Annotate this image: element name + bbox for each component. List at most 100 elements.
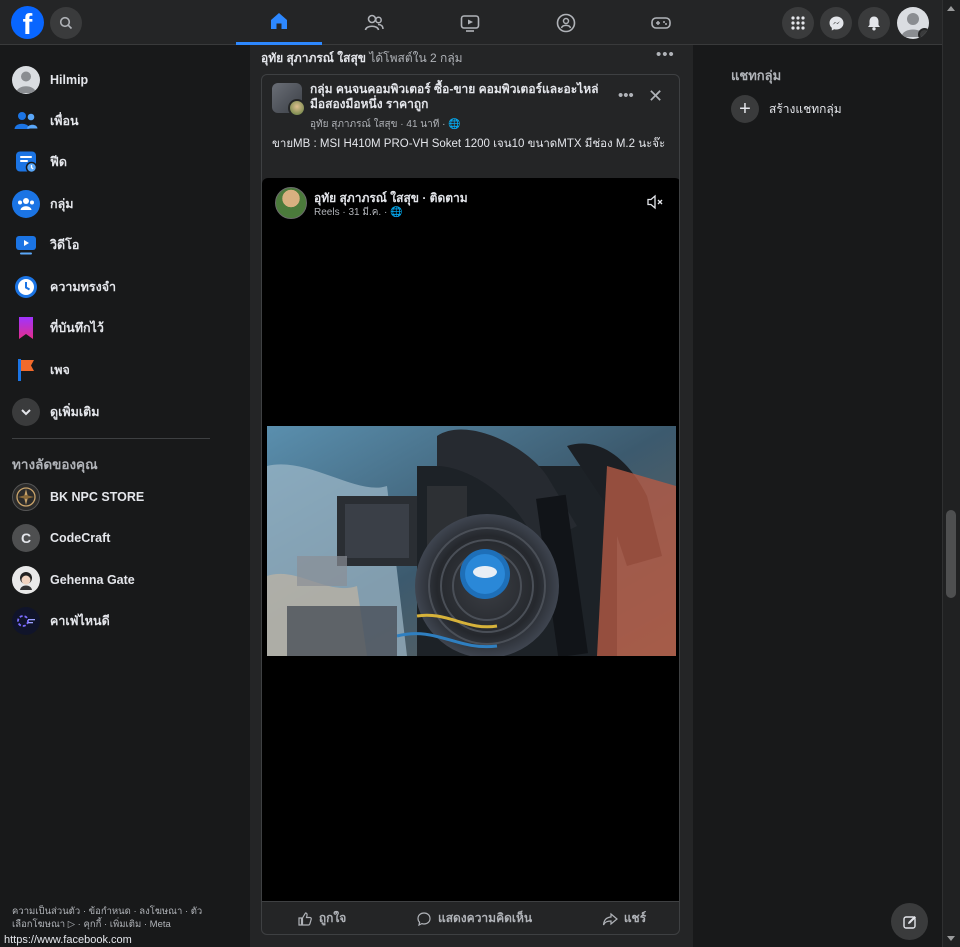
tab-watch[interactable] <box>427 0 513 45</box>
groups-icon <box>12 190 40 218</box>
facebook-logo[interactable]: f <box>11 6 44 39</box>
sidebar-item-label: ที่บันทึกไว้ <box>50 321 104 335</box>
post-actions: ถูกใจ แสดงความคิดเห็น แชร์ <box>262 901 679 934</box>
shortcut-label: BK NPC STORE <box>50 490 145 504</box>
sidebar-item-saved[interactable]: ที่บันทึกไว้ <box>12 311 104 345</box>
tab-friends[interactable] <box>331 0 417 45</box>
share-arrow-icon <box>602 912 618 925</box>
friends-icon <box>364 14 384 30</box>
feed-column: อุทัย สุภาภรณ์ ใสสุข ได้โพสต์ใน 2 กลุ่ม … <box>250 45 693 947</box>
sidebar-item-label: เพื่อน <box>50 114 79 128</box>
shortcut-label: Gehenna Gate <box>50 573 135 587</box>
sidebar-item-label: Hilmip <box>50 73 89 87</box>
sidebar-item-memories[interactable]: ความทรงจำ <box>12 270 116 304</box>
close-icon[interactable]: ✕ <box>648 87 663 105</box>
sidebar-item-label: ฟีด <box>50 155 67 169</box>
scroll-up-arrow-icon[interactable] <box>947 6 955 11</box>
shortcut-codecraft[interactable]: C CodeCraft <box>12 521 110 555</box>
comment-button[interactable]: แสดงความคิดเห็น <box>416 909 532 928</box>
sidebar-item-video[interactable]: วิดีโอ <box>12 228 79 262</box>
feed-icon <box>12 148 40 176</box>
account-avatar[interactable] <box>897 7 929 39</box>
top-navigation-bar: f <box>0 0 942 45</box>
post-action-text: ได้โพสต์ใน 2 กลุ่ม <box>369 51 463 65</box>
sidebar-item-groups[interactable]: กลุ่ม <box>12 187 73 221</box>
sidebar-divider <box>12 438 210 439</box>
share-button[interactable]: แชร์ <box>602 909 646 928</box>
shared-meta: Reels · 31 มี.ค. · 🌐 <box>314 207 403 218</box>
watch-icon <box>460 14 480 32</box>
memories-icon <box>12 273 40 301</box>
profile-avatar <box>12 66 40 94</box>
shortcut-cafe[interactable]: คาเฟ่ไหนดี <box>12 604 110 638</box>
status-bar-url: https://www.facebook.com <box>4 934 132 946</box>
card-more-options-icon[interactable]: ••• <box>618 87 634 104</box>
tab-gaming[interactable] <box>618 0 704 45</box>
tab-home[interactable] <box>236 0 322 45</box>
friends-icon <box>12 107 40 135</box>
group-title[interactable]: กลุ่ม คนจนคอมพิวเตอร์ ซื้อ-ขาย คอมพิวเตอ… <box>310 82 615 112</box>
comment-bubble-icon <box>417 911 431 926</box>
shortcut-bk-npc-store[interactable]: BK NPC STORE <box>12 480 144 514</box>
sidebar-item-pages[interactable]: เพจ <box>12 353 70 387</box>
sidebar-item-label: ความทรงจำ <box>50 280 117 294</box>
anime-character-icon <box>20 572 32 590</box>
video-frame[interactable] <box>267 426 676 656</box>
author-mini-avatar[interactable] <box>288 99 306 117</box>
notifications-button[interactable] <box>858 7 890 39</box>
shortcut-avatar <box>12 566 40 594</box>
user-silhouette-icon <box>16 71 36 93</box>
scrollbar-thumb[interactable] <box>946 510 956 598</box>
shared-reel[interactable]: อุทัย สุภาภรณ์ ใสสุข · ติดตาม Reels · 31… <box>262 178 679 901</box>
compose-icon <box>902 915 916 929</box>
create-group-chat-button[interactable]: + สร้างแชทกลุ่ม <box>731 95 842 123</box>
shared-author-avatar[interactable] <box>275 187 307 219</box>
comment-label: แสดงความคิดเห็น <box>437 911 533 925</box>
sidebar-item-label: ดูเพิ่มเติม <box>50 405 100 419</box>
gaming-icon <box>651 16 671 29</box>
notifications-icon <box>868 16 880 31</box>
scroll-down-arrow-icon[interactable] <box>947 936 955 941</box>
sidebar-item-friends[interactable]: เพื่อน <box>12 104 79 138</box>
group-thumbnail[interactable] <box>272 83 306 117</box>
search-button[interactable] <box>50 7 82 39</box>
sidebar-item-label: วิดีโอ <box>50 238 80 252</box>
tab-groups[interactable] <box>523 0 609 45</box>
page-scrollbar[interactable] <box>942 0 960 947</box>
cpu-cooler-video-thumbnail <box>267 426 676 656</box>
cafe-logo-icon <box>17 615 35 627</box>
new-message-button[interactable] <box>891 903 928 940</box>
saved-bookmark-icon <box>12 314 40 342</box>
messenger-icon <box>829 16 843 30</box>
post-header: อุทัย สุภาภรณ์ ใสสุข ได้โพสต์ใน 2 กลุ่ม <box>261 49 463 68</box>
messenger-button[interactable] <box>820 7 852 39</box>
groups-icon <box>556 13 576 32</box>
share-label: แชร์ <box>623 911 647 925</box>
plus-icon: + <box>731 95 759 123</box>
sidebar-item-label: เพจ <box>50 363 70 377</box>
post-text: ขายMB : MSI H410M PRO-VH Soket 1200 เจน1… <box>272 138 666 150</box>
shortcut-gehenna-gate[interactable]: Gehenna Gate <box>12 563 135 597</box>
shortcut-avatar <box>12 607 40 635</box>
thumbs-up-icon <box>298 911 312 926</box>
like-label: ถูกใจ <box>318 911 347 925</box>
group-post-meta: อุทัย สุภาภรณ์ ใสสุข · 41 นาที · 🌐 <box>310 119 461 130</box>
menu-button[interactable] <box>782 7 814 39</box>
group-post-card: กลุ่ม คนจนคอมพิวเตอร์ ซื้อ-ขาย คอมพิวเตอ… <box>261 74 680 935</box>
shortcut-label: คาเฟ่ไหนดี <box>50 614 110 628</box>
video-icon <box>12 231 40 259</box>
account-chevron-badge[interactable] <box>918 28 929 39</box>
chevron-down-icon <box>12 398 40 426</box>
post-author[interactable]: อุทัย สุภาภรณ์ ใสสุข <box>261 51 366 65</box>
footer-links[interactable]: ความเป็นส่วนตัว · ข้อกำหนด · ลงโฆษณา · ต… <box>12 905 212 931</box>
compass-logo-icon <box>16 487 36 507</box>
sidebar-item-profile[interactable]: Hilmip <box>12 63 88 97</box>
sidebar-item-see-more[interactable]: ดูเพิ่มเติม <box>12 395 100 429</box>
post-more-options-icon[interactable]: ••• <box>656 46 675 63</box>
shortcut-avatar: C <box>12 524 40 552</box>
sidebar-item-feed[interactable]: ฟีด <box>12 145 67 179</box>
create-group-chat-label: สร้างแชทกลุ่ม <box>769 101 842 116</box>
group-chats-heading: แชทกลุ่ม <box>731 68 782 83</box>
like-button[interactable]: ถูกใจ <box>297 909 346 928</box>
speaker-muted-icon[interactable] <box>646 194 664 210</box>
